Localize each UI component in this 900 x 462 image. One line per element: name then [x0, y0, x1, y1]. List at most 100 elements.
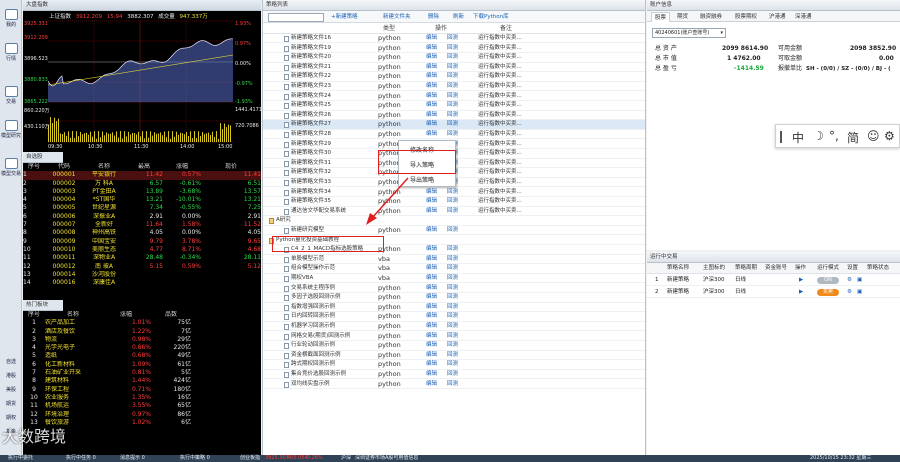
tcol-settings[interactable]: 设置	[847, 263, 858, 274]
account-select[interactable]: 40240601(账户查账号) ▾	[652, 28, 726, 38]
edit-link[interactable]: 编辑	[426, 44, 437, 53]
download-python-button[interactable]: 下载Python库	[473, 11, 509, 23]
table-row[interactable]: 4 光学光电子 0.86% 220亿	[23, 344, 261, 352]
backtest-link[interactable]: 回测	[447, 332, 458, 341]
col-name[interactable]: 名称	[83, 163, 125, 171]
edit-link[interactable]: 编辑	[426, 92, 437, 101]
strategy-row[interactable]: 新建策略文件19 python 编辑 回测 运行指数中买卖...	[263, 44, 645, 53]
table-row[interactable]: 6 化工新材料 1.09% 61亿	[23, 361, 261, 369]
backtest-link[interactable]: 回测	[447, 264, 458, 273]
strategy-row[interactable]: 新建策略文件35 python 编辑 回测 运行指数中买卖...	[263, 197, 645, 207]
tab-futures[interactable]: 期货	[677, 12, 688, 22]
edit-link[interactable]: 编辑	[426, 188, 437, 197]
edit-link[interactable]: 编辑	[426, 322, 437, 331]
strategy-row[interactable]: 新建策略文件27 python 编辑 回测 运行指数中买卖...	[263, 120, 645, 130]
backtest-link[interactable]: 回测	[447, 360, 458, 369]
edit-link[interactable]: 编辑	[426, 255, 437, 264]
edit-link[interactable]: 编辑	[426, 63, 437, 72]
gear-icon[interactable]: ⚙	[847, 286, 852, 298]
strategy-row[interactable]: 指数增强回测示例 python 编辑 回测	[263, 303, 645, 313]
edit-link[interactable]: 编辑	[426, 197, 437, 206]
nav-model-trade[interactable]: 模型交易	[0, 158, 22, 177]
nav-watchlist[interactable]: 自选	[0, 358, 22, 365]
backtest-link[interactable]: 回测	[447, 130, 458, 139]
edit-link[interactable]: 编辑	[426, 34, 437, 43]
table-row[interactable]: 7 000007 全新好 11.64 1.58% 11.52	[23, 221, 261, 229]
strategy-row[interactable]: 新建策略文件24 python 编辑 回测 运行指数中买卖...	[263, 92, 645, 101]
moon-icon[interactable]: ☽	[813, 129, 824, 143]
backtest-link[interactable]: 回测	[447, 207, 458, 216]
play-icon[interactable]: ▶	[799, 274, 803, 286]
gear-icon[interactable]: ⚙	[884, 129, 895, 143]
edit-link[interactable]: 编辑	[426, 82, 437, 91]
nav-mine[interactable]: 我的	[0, 9, 22, 28]
strategy-row[interactable]: 集合竞价选股回测示例 python 编辑 回测	[263, 370, 645, 380]
status-strategies[interactable]: 执行中策略 0	[180, 455, 210, 462]
backtest-link[interactable]: 回测	[447, 226, 458, 235]
nav-trade[interactable]: 交易	[0, 86, 22, 105]
new-folder-button[interactable]: 新建文件夹	[383, 11, 411, 23]
strategy-row[interactable]: 单股模型示范 vba 编辑 回测	[263, 255, 645, 265]
ime-simplified[interactable]: 简	[847, 129, 859, 146]
strategy-row[interactable]: 通达信文华配交易系统 python 编辑 回测 运行指数中买卖...	[263, 207, 645, 217]
edit-link[interactable]: 编辑	[426, 207, 437, 216]
sector-title[interactable]: 热门板块	[23, 300, 63, 311]
edit-link[interactable]: 编辑	[426, 130, 437, 139]
table-row[interactable]: 4 000004 *ST国华 13.21 -10.01% 13.21	[23, 196, 261, 204]
tcol-name[interactable]: 策略名称	[667, 263, 689, 274]
table-row[interactable]: 10 000010 美丽生态 4.77 8.71% 4.68	[23, 246, 261, 254]
edit-link[interactable]: 编辑	[426, 274, 437, 283]
edit-link[interactable]: 编辑	[426, 245, 437, 254]
nav-hk[interactable]: 港股	[0, 372, 22, 379]
table-row[interactable]: 6 000006 深振业A 2.91 0.00% 2.91	[23, 213, 261, 221]
new-strategy-button[interactable]: +新建策略	[331, 11, 358, 23]
edit-link[interactable]: 编辑	[426, 72, 437, 81]
backtest-link[interactable]: 回测	[447, 101, 458, 110]
backtest-link[interactable]: 回测	[447, 245, 458, 254]
table-row[interactable]: 9 000009 中国宝安 9.79 3.78% 9.65	[23, 238, 261, 246]
edit-link[interactable]: 编辑	[426, 332, 437, 341]
backtest-link[interactable]: 回测	[447, 380, 458, 389]
emoji-icon[interactable]: ☺	[867, 129, 880, 143]
nav-model-research[interactable]: 模型研究	[0, 120, 22, 139]
col-code[interactable]: 代码	[45, 163, 83, 171]
backtest-link[interactable]: 回测	[447, 53, 458, 62]
table-row[interactable]: 1 000001 平安银行 11.42 0.57% 11.41	[23, 171, 261, 180]
detail-icon[interactable]: ▣	[857, 274, 862, 286]
mode-toggle[interactable]: 买卖	[817, 289, 839, 296]
tab-shenzhen-connect[interactable]: 深港通	[795, 12, 812, 22]
backtest-link[interactable]: 回测	[447, 351, 458, 360]
edit-link[interactable]: 编辑	[426, 303, 437, 312]
backtest-link[interactable]: 回测	[447, 255, 458, 264]
play-icon[interactable]: ▶	[799, 286, 803, 298]
strategy-row[interactable]: 双均线实盘示例 python 编辑 回测	[263, 380, 645, 389]
backtest-link[interactable]: 回测	[447, 63, 458, 72]
edit-link[interactable]: 编辑	[426, 360, 437, 369]
trading-row[interactable]: 2 新建策略 沪深300 日线 ▶ 买卖 ⚙ ▣	[647, 286, 900, 298]
table-row[interactable]: 2 酒店及餐饮 1.22% 7亿	[23, 328, 261, 336]
tab-stock-options[interactable]: 股票期权	[735, 12, 757, 22]
gear-icon[interactable]: ⚙	[847, 274, 852, 286]
edit-link[interactable]: 编辑	[426, 264, 437, 273]
sector-col-change[interactable]: 涨幅	[101, 311, 151, 319]
table-row[interactable]: 2 000002 万 科A 6.57 -0.61% 6.51	[23, 180, 261, 188]
tcol-status[interactable]: 策略状态	[867, 263, 889, 274]
table-row[interactable]: 9 环保工程 0.71% 180亿	[23, 386, 261, 394]
table-row[interactable]: 13 000014 沙河股份	[23, 271, 261, 279]
edit-link[interactable]: 编辑	[426, 293, 437, 302]
table-row[interactable]: 8 000008 神州高铁 4.05 0.00% 4.05	[23, 229, 261, 237]
strategy-row[interactable]: 新建策略文件23 python 编辑 回测 运行指数中买卖...	[263, 82, 645, 92]
col-note[interactable]: 备注	[500, 23, 512, 34]
table-row[interactable]: 1 农产品加工 1.01% 75亿	[23, 319, 261, 327]
sector-col-name[interactable]: 名称	[45, 311, 101, 319]
table-row[interactable]: 3 000003 PT金田A 13.89 -3.68% 13.57	[23, 188, 261, 196]
backtest-link[interactable]: 回测	[447, 92, 458, 101]
table-row[interactable]: 5 000005 世纪星源 7.34 -0.55% 7.25	[23, 204, 261, 212]
tcol-target[interactable]: 主图标的	[703, 263, 725, 274]
nav-quotes[interactable]: 行情	[0, 43, 22, 62]
strategy-row[interactable]: 日内回转回测示例 python 编辑 回测	[263, 312, 645, 322]
strategy-row[interactable]: 新建策略文件20 python 编辑 回测 运行指数中买卖...	[263, 53, 645, 63]
edit-link[interactable]: 编辑	[426, 284, 437, 293]
tcol-period[interactable]: 策略周期	[735, 263, 757, 274]
strategy-row[interactable]: 期权VBA vba 编辑 回测	[263, 274, 645, 284]
